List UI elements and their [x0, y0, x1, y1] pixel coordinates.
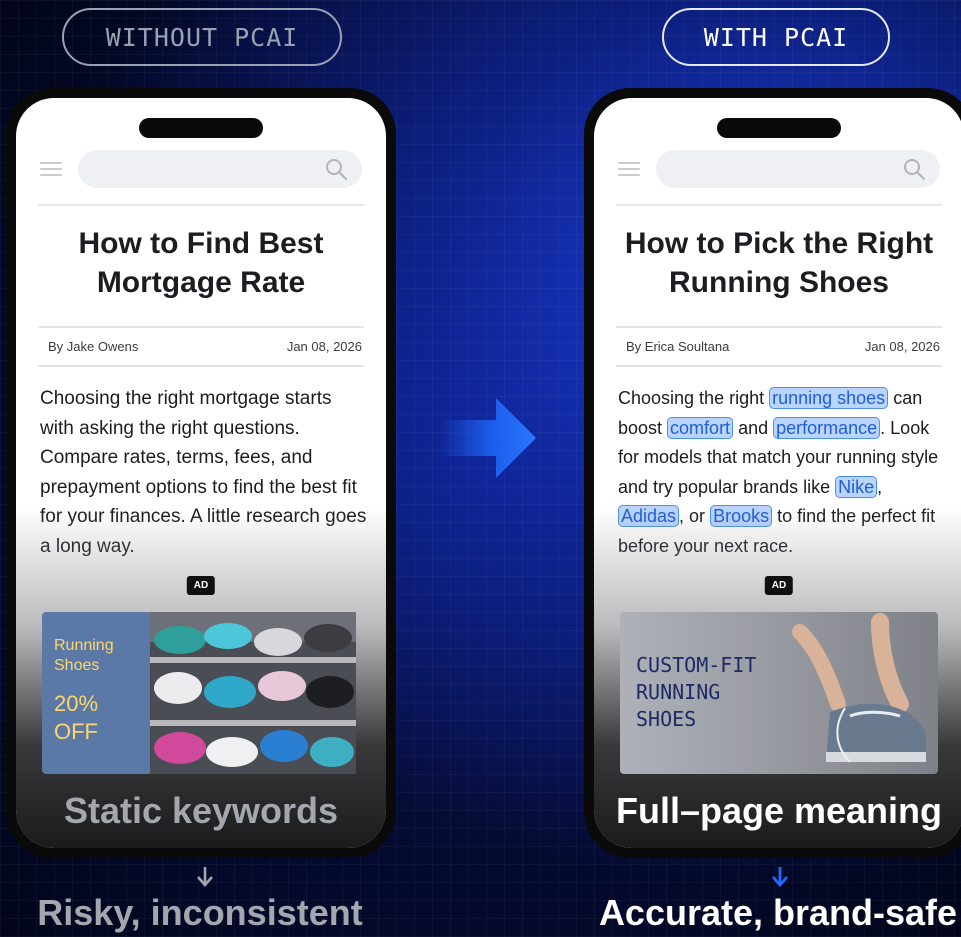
author: By Erica Soultana	[626, 339, 730, 354]
menu-icon[interactable]	[40, 162, 62, 176]
ad-line: OFF	[54, 719, 98, 744]
search-icon[interactable]	[902, 157, 926, 181]
phone-screen: How to Find Best Mortgage Rate By Jake O…	[16, 98, 386, 848]
shoe-shelf-image	[150, 612, 356, 774]
keyword-highlight: running shoes	[769, 387, 889, 409]
keyword-highlight: comfort	[667, 416, 734, 439]
ad-line: 20%	[54, 691, 99, 716]
caption-full-page-meaning: Full–page meaning	[615, 790, 943, 831]
body-text: Choosing the right	[618, 388, 770, 408]
divider	[38, 365, 364, 367]
search-input[interactable]	[656, 150, 940, 188]
result-left: Risky, inconsistent	[37, 892, 363, 933]
date: Jan 08, 2026	[286, 339, 362, 354]
divider	[38, 204, 364, 206]
result-right: Accurate, brand-safe	[598, 892, 958, 933]
menu-icon[interactable]	[618, 162, 640, 176]
ad-line: Running	[54, 637, 114, 654]
divider	[616, 204, 942, 206]
byline: By Erica Soultana Jan 08, 2026	[626, 339, 940, 354]
divider	[616, 326, 942, 328]
body-text: ,	[877, 476, 883, 497]
caption-static-keywords: Static keywords	[63, 790, 339, 831]
phone-with-pcai: How to Pick the Right Running Shoes By E…	[584, 88, 961, 858]
date: Jan 08, 2026	[864, 339, 940, 354]
ad-line: Shoes	[54, 657, 100, 674]
article-body: Choosing the right running shoes can boo…	[618, 384, 946, 561]
article-body: Choosing the right mortgage starts with …	[40, 388, 367, 557]
search-input[interactable]	[78, 150, 362, 188]
keyword-highlight: Brooks	[710, 505, 773, 527]
arrow-down-icon	[197, 867, 213, 887]
divider	[616, 365, 942, 367]
byline: By Jake Owens Jan 08, 2026	[48, 339, 362, 354]
author: By Jake Owens	[48, 339, 139, 354]
without-pcai-label: WITHOUT PCAI	[62, 8, 342, 66]
article-title: How to Pick the Right Running Shoes	[624, 227, 934, 299]
ad-banner[interactable]: Running Shoes 20% OFF	[42, 612, 360, 774]
search-icon[interactable]	[324, 157, 348, 181]
arrow-right-icon	[440, 398, 536, 478]
keyword-highlight: Nike	[835, 475, 878, 498]
runner-shoe-image	[792, 613, 926, 763]
top-bar	[40, 150, 362, 188]
ad-line: SHOES	[636, 707, 697, 731]
keyword-highlight: performance	[773, 416, 881, 439]
phone-notch	[139, 118, 263, 138]
top-bar	[618, 150, 940, 188]
body-text: , or	[679, 506, 711, 526]
ad-line: RUNNING	[636, 680, 721, 704]
keyword-highlight: Adidas	[618, 505, 680, 527]
body-text: and	[733, 417, 774, 438]
ad-badge: AD	[186, 576, 216, 595]
article-title: How to Find Best Mortgage Rate	[78, 227, 324, 299]
phone-notch	[717, 118, 841, 138]
ad-line: CUSTOM-FIT	[636, 653, 757, 677]
with-pcai-label: WITH PCAI	[662, 8, 890, 66]
phone-screen: How to Pick the Right Running Shoes By E…	[594, 98, 961, 848]
ad-banner[interactable]: CUSTOM-FIT RUNNING SHOES	[620, 612, 938, 774]
ad-badge: AD	[764, 576, 794, 595]
phone-without-pcai: How to Find Best Mortgage Rate By Jake O…	[6, 88, 396, 858]
ad-text-panel: Running Shoes 20% OFF	[42, 612, 150, 774]
arrow-down-icon	[771, 867, 789, 888]
divider	[38, 326, 364, 328]
